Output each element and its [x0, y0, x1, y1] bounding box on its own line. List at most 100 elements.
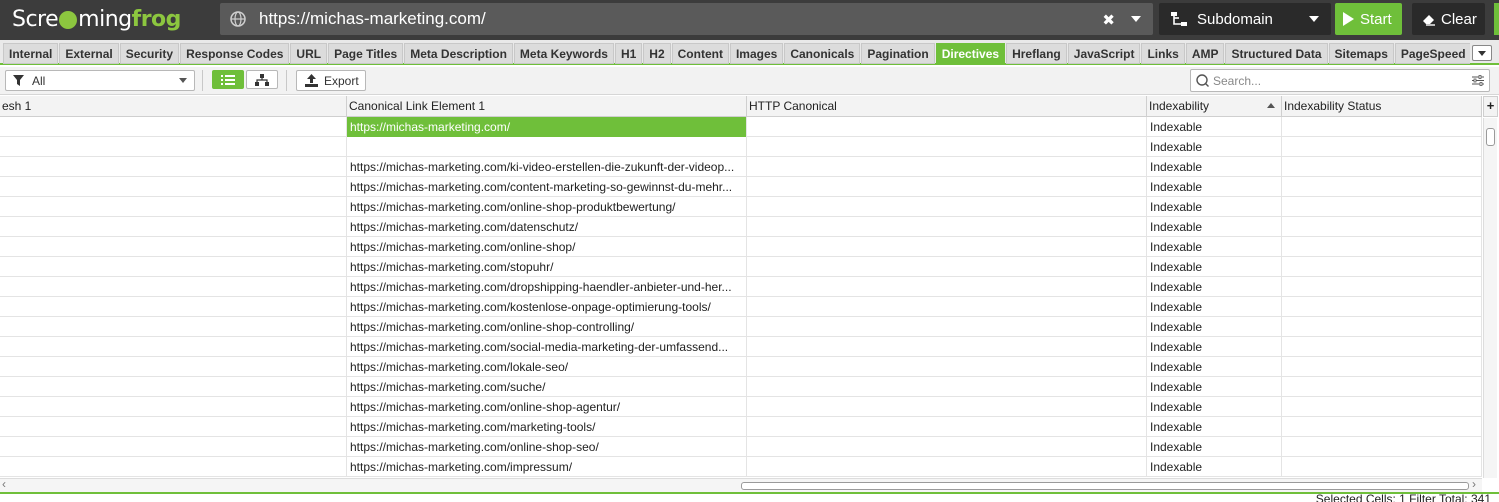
- cell-indexability[interactable]: Indexable: [1147, 177, 1282, 197]
- url-history-dropdown-icon[interactable]: [1131, 16, 1141, 22]
- cell-indexability-status[interactable]: [1282, 177, 1482, 197]
- column-header-canonical-link-element[interactable]: Canonical Link Element 1: [347, 96, 747, 117]
- url-text[interactable]: https://michas-marketing.com/: [259, 9, 486, 29]
- cell-indexability-status[interactable]: [1282, 117, 1482, 137]
- cell-http-canonical[interactable]: [747, 277, 1147, 297]
- table-row[interactable]: https://michas-marketing.com/online-shop…: [0, 237, 1482, 257]
- filter-dropdown[interactable]: All: [5, 70, 195, 91]
- cell-refresh[interactable]: [0, 437, 347, 457]
- cell-refresh[interactable]: [0, 377, 347, 397]
- tab-images[interactable]: Images: [729, 43, 784, 64]
- cell-http-canonical[interactable]: [747, 257, 1147, 277]
- vertical-scrollbar[interactable]: [1483, 118, 1497, 478]
- more-tabs-dropdown[interactable]: [1472, 45, 1492, 61]
- tab-pagespeed[interactable]: PageSpeed: [1394, 43, 1470, 64]
- export-button[interactable]: Export: [296, 70, 366, 91]
- tab-h1[interactable]: H1: [614, 43, 643, 64]
- cell-indexability-status[interactable]: [1282, 377, 1482, 397]
- cell-http-canonical[interactable]: [747, 357, 1147, 377]
- cell-http-canonical[interactable]: [747, 177, 1147, 197]
- cell-indexability[interactable]: Indexable: [1147, 237, 1282, 257]
- cell-canonical-link[interactable]: https://michas-marketing.com/social-medi…: [347, 337, 747, 357]
- cell-indexability-status[interactable]: [1282, 257, 1482, 277]
- cell-http-canonical[interactable]: [747, 337, 1147, 357]
- clear-url-icon[interactable]: ✖: [1102, 11, 1115, 29]
- cell-http-canonical[interactable]: [747, 157, 1147, 177]
- cell-indexability[interactable]: Indexable: [1147, 377, 1282, 397]
- table-row[interactable]: https://michas-marketing.com/kostenlose-…: [0, 297, 1482, 317]
- cell-indexability[interactable]: Indexable: [1147, 457, 1282, 477]
- cell-refresh[interactable]: [0, 137, 347, 157]
- table-row[interactable]: https://michas-marketing.com/social-medi…: [0, 337, 1482, 357]
- cell-canonical-link[interactable]: https://michas-marketing.com/online-shop…: [347, 317, 747, 337]
- cell-http-canonical[interactable]: [747, 417, 1147, 437]
- cell-indexability[interactable]: Indexable: [1147, 217, 1282, 237]
- cell-indexability-status[interactable]: [1282, 457, 1482, 477]
- table-row[interactable]: Indexable: [0, 137, 1482, 157]
- tab-canonicals[interactable]: Canonicals: [784, 43, 861, 64]
- list-view-button[interactable]: [212, 70, 244, 89]
- cell-refresh[interactable]: [0, 117, 347, 137]
- horizontal-scroll-thumb[interactable]: [741, 482, 1469, 490]
- cell-indexability-status[interactable]: [1282, 317, 1482, 337]
- cell-canonical-link[interactable]: https://michas-marketing.com/stopuhr/: [347, 257, 747, 277]
- cell-refresh[interactable]: [0, 277, 347, 297]
- cell-indexability-status[interactable]: [1282, 397, 1482, 417]
- tab-external[interactable]: External: [59, 43, 119, 64]
- table-row[interactable]: https://michas-marketing.com/datenschutz…: [0, 217, 1482, 237]
- url-field[interactable]: https://michas-marketing.com/ ✖: [220, 3, 1153, 35]
- cell-http-canonical[interactable]: [747, 137, 1147, 157]
- cell-refresh[interactable]: [0, 297, 347, 317]
- cell-indexability-status[interactable]: [1282, 277, 1482, 297]
- cell-canonical-link[interactable]: https://michas-marketing.com/kostenlose-…: [347, 297, 747, 317]
- tab-h2[interactable]: H2: [643, 43, 671, 64]
- cell-refresh[interactable]: [0, 317, 347, 337]
- cell-http-canonical[interactable]: [747, 457, 1147, 477]
- scroll-left-icon[interactable]: ‹: [2, 477, 6, 491]
- cell-refresh[interactable]: [0, 337, 347, 357]
- cell-indexability[interactable]: Indexable: [1147, 357, 1282, 377]
- table-row[interactable]: https://michas-marketing.com/ki-video-er…: [0, 157, 1482, 177]
- cell-refresh[interactable]: [0, 237, 347, 257]
- search-input[interactable]: [1213, 73, 1463, 88]
- cell-indexability-status[interactable]: [1282, 237, 1482, 257]
- cell-http-canonical[interactable]: [747, 397, 1147, 417]
- cell-indexability[interactable]: Indexable: [1147, 337, 1282, 357]
- cell-canonical-link[interactable]: https://michas-marketing.com/online-shop…: [347, 397, 747, 417]
- cell-http-canonical[interactable]: [747, 377, 1147, 397]
- cell-http-canonical[interactable]: [747, 217, 1147, 237]
- cell-http-canonical[interactable]: [747, 317, 1147, 337]
- cell-refresh[interactable]: [0, 257, 347, 277]
- cell-indexability-status[interactable]: [1282, 217, 1482, 237]
- tab-sitemaps[interactable]: Sitemaps: [1328, 43, 1394, 64]
- cell-refresh[interactable]: [0, 357, 347, 377]
- cell-canonical-link[interactable]: https://michas-marketing.com/dropshippin…: [347, 277, 747, 297]
- cell-refresh[interactable]: [0, 157, 347, 177]
- cell-refresh[interactable]: [0, 417, 347, 437]
- tab-links[interactable]: Links: [1141, 43, 1185, 64]
- cell-canonical-link[interactable]: https://michas-marketing.com/marketing-t…: [347, 417, 747, 437]
- cell-http-canonical[interactable]: [747, 237, 1147, 257]
- start-button[interactable]: Start: [1335, 3, 1402, 35]
- table-row[interactable]: https://michas-marketing.com/lokale-seo/…: [0, 357, 1482, 377]
- table-row[interactable]: https://michas-marketing.com/marketing-t…: [0, 417, 1482, 437]
- cell-canonical-link[interactable]: https://michas-marketing.com/online-shop…: [347, 237, 747, 257]
- cell-indexability[interactable]: Indexable: [1147, 197, 1282, 217]
- cell-indexability-status[interactable]: [1282, 337, 1482, 357]
- tab-pagination[interactable]: Pagination: [861, 43, 935, 64]
- cell-refresh[interactable]: [0, 457, 347, 477]
- tab-security[interactable]: Security: [119, 43, 180, 64]
- tab-directives[interactable]: Directives: [935, 43, 1006, 64]
- cell-canonical-link[interactable]: https://michas-marketing.com/suche/: [347, 377, 747, 397]
- horizontal-scrollbar[interactable]: ‹ ›: [0, 477, 1482, 492]
- table-row[interactable]: https://michas-marketing.com/online-shop…: [0, 317, 1482, 337]
- cell-canonical-link[interactable]: https://michas-marketing.com/: [347, 117, 747, 137]
- tab-hreflang[interactable]: Hreflang: [1006, 43, 1067, 64]
- add-column-button[interactable]: +: [1483, 96, 1498, 117]
- tab-meta-keywords[interactable]: Meta Keywords: [513, 43, 614, 64]
- cell-http-canonical[interactable]: [747, 437, 1147, 457]
- cell-indexability[interactable]: Indexable: [1147, 417, 1282, 437]
- tab-structured-data[interactable]: Structured Data: [1225, 43, 1328, 64]
- scroll-right-icon[interactable]: ›: [1472, 477, 1476, 491]
- tab-page-titles[interactable]: Page Titles: [328, 43, 404, 64]
